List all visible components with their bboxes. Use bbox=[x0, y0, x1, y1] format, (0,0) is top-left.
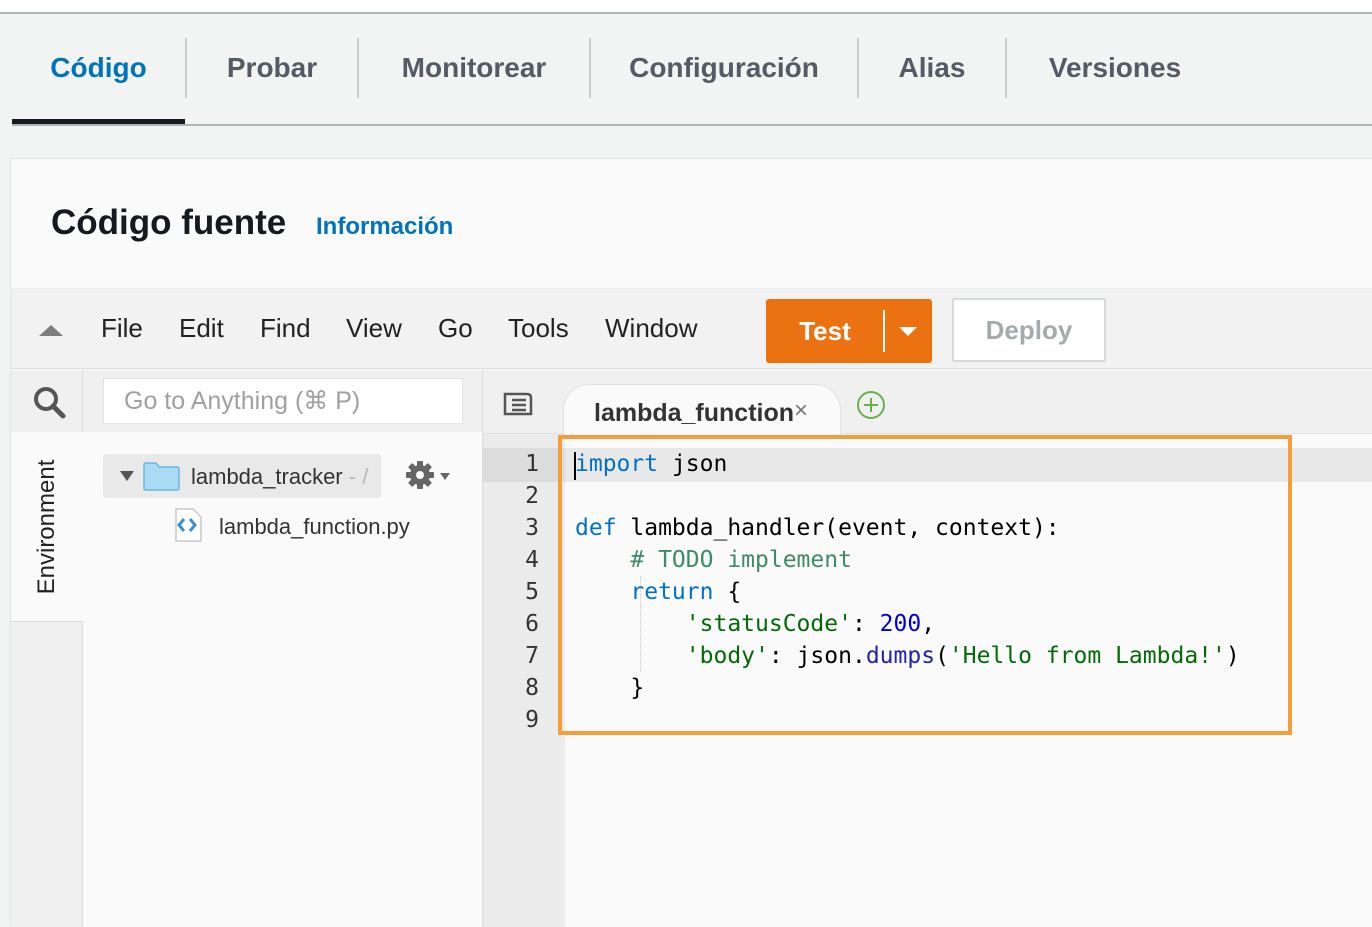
code-token: : bbox=[851, 611, 880, 637]
line-number: 2 bbox=[525, 483, 539, 509]
folder-icon bbox=[143, 462, 180, 491]
code-token: } bbox=[575, 675, 645, 701]
code-token: 'Hello from Lambda!' bbox=[948, 643, 1226, 669]
caret-down-icon[interactable] bbox=[899, 327, 917, 336]
function-tabs: Código Probar Monitorear Configuración A… bbox=[12, 14, 1372, 126]
editor-file-tab[interactable]: lambda_function × bbox=[563, 384, 841, 435]
code-token: # TODO implement bbox=[630, 547, 852, 573]
environment-label: Environment bbox=[33, 459, 60, 595]
code-token: 'body' bbox=[685, 643, 769, 669]
tab-versiones[interactable]: Versiones bbox=[1007, 38, 1223, 98]
code-token: def bbox=[575, 515, 617, 541]
editor-file-tab-label: lambda_function bbox=[594, 399, 795, 427]
menu-file[interactable]: File bbox=[101, 313, 143, 344]
menu-go[interactable]: Go bbox=[438, 313, 473, 344]
menu-find[interactable]: Find bbox=[260, 313, 311, 344]
line-number: 4 bbox=[525, 547, 539, 573]
info-link[interactable]: Información bbox=[316, 213, 453, 241]
editor-tabbar: lambda_function × bbox=[483, 370, 1372, 435]
top-strip bbox=[0, 0, 1372, 14]
python-file-icon bbox=[175, 508, 202, 542]
tab-codigo[interactable]: Código bbox=[12, 38, 185, 98]
panel-title: Código fuente bbox=[51, 203, 287, 242]
active-tab-indicator bbox=[12, 119, 185, 124]
file-name: lambda_function.py bbox=[219, 514, 410, 539]
code-token: ( bbox=[935, 643, 949, 669]
line-number-gutter: 1 2 3 4 5 6 7 8 9 bbox=[483, 434, 565, 927]
add-tab-icon[interactable] bbox=[856, 390, 886, 420]
code-line-4: # TODO implement bbox=[575, 547, 852, 573]
folder-row[interactable]: lambda_tracker - / bbox=[103, 454, 381, 498]
code-token: { bbox=[713, 579, 742, 605]
folder-name: lambda_tracker bbox=[191, 464, 343, 489]
menu-edit[interactable]: Edit bbox=[179, 313, 224, 344]
gear-icon[interactable] bbox=[405, 460, 435, 490]
line-number: 8 bbox=[525, 675, 539, 701]
ide-menubar: File Edit Find View Go Tools Window Test… bbox=[11, 289, 1372, 369]
code-token: , bbox=[921, 611, 936, 637]
test-button-label[interactable]: Test bbox=[766, 299, 884, 363]
test-button[interactable]: Test bbox=[766, 299, 932, 363]
triangle-up-icon[interactable] bbox=[39, 325, 63, 336]
code-line-7: 'body': json.dumps('Hello from Lambda!') bbox=[575, 643, 1240, 669]
close-icon[interactable]: × bbox=[794, 397, 808, 425]
tab-alias[interactable]: Alias bbox=[859, 38, 1005, 98]
line-number: 1 bbox=[525, 451, 539, 477]
line-number: 6 bbox=[525, 611, 539, 637]
gear-dropdown-caret-icon[interactable] bbox=[440, 473, 450, 480]
code-token: dumps bbox=[865, 643, 936, 669]
environment-tab[interactable]: Environment bbox=[11, 432, 83, 622]
tree-search-strip bbox=[83, 370, 482, 432]
side-rail: Environment bbox=[11, 370, 83, 927]
panel-header: Código fuente Información bbox=[11, 159, 1372, 289]
code-token: json bbox=[658, 451, 728, 477]
active-line-gutter bbox=[483, 448, 565, 482]
menu-tools[interactable]: Tools bbox=[508, 313, 569, 344]
line-number: 7 bbox=[525, 643, 539, 669]
search-icon[interactable] bbox=[31, 384, 67, 420]
menu-view[interactable]: View bbox=[346, 313, 402, 344]
code-line-3: def lambda_handler(event, context): bbox=[575, 515, 1060, 541]
text-cursor bbox=[574, 452, 576, 480]
line-number: 3 bbox=[525, 515, 539, 541]
line-number: 9 bbox=[525, 707, 539, 733]
tab-monitorear[interactable]: Monitorear bbox=[359, 38, 589, 98]
code-line-8: } bbox=[575, 675, 644, 701]
expand-caret-icon[interactable] bbox=[120, 471, 134, 481]
code-token: ) bbox=[1225, 643, 1240, 669]
deploy-button[interactable]: Deploy bbox=[952, 298, 1106, 362]
line-number: 5 bbox=[525, 579, 539, 605]
code-line-6: 'statusCode': 200, bbox=[575, 611, 935, 637]
code-token: 'statusCode' bbox=[685, 611, 852, 637]
source-code-panel: Código fuente Información File Edit Find… bbox=[10, 158, 1372, 927]
go-to-anything-input[interactable] bbox=[103, 378, 463, 424]
code-token: : json. bbox=[768, 643, 866, 669]
folder-path-suffix: - / bbox=[342, 464, 369, 489]
folder-label: lambda_tracker - / bbox=[191, 464, 368, 490]
file-row[interactable]: lambda_function.py bbox=[173, 506, 433, 546]
tab-configuracion[interactable]: Configuración bbox=[591, 38, 857, 98]
button-divider bbox=[883, 310, 885, 352]
menu-window[interactable]: Window bbox=[605, 313, 697, 344]
code-line-5: return { bbox=[575, 579, 741, 605]
tab-list-icon[interactable] bbox=[503, 392, 533, 416]
tab-probar[interactable]: Probar bbox=[187, 38, 357, 98]
code-token: import bbox=[575, 451, 659, 477]
code-token: return bbox=[630, 579, 714, 605]
code-editor: lambda_function × 1 2 3 4 5 6 7 8 9 impo… bbox=[483, 370, 1372, 927]
code-line-1: import json bbox=[575, 451, 727, 477]
file-tree-pane: lambda_tracker - / lambda_function.py bbox=[83, 370, 483, 927]
code-token: lambda_handler(event, context): bbox=[616, 515, 1060, 541]
code-token: 200 bbox=[879, 611, 922, 637]
